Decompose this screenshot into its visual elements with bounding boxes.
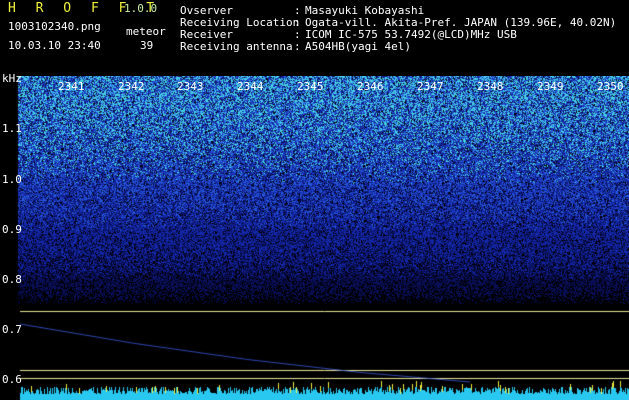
y-tick-label: 1.0 <box>2 173 22 186</box>
x-tick-label: 2350 <box>597 80 624 93</box>
date-time: 10.03.10 23:40 <box>8 39 101 52</box>
app-version: 1.0.0 <box>124 2 158 15</box>
x-tick-label: 2348 <box>477 80 504 93</box>
y-tick-label: 0.8 <box>2 273 22 286</box>
x-tick-label: 2343 <box>177 80 204 93</box>
info-value-antenna: A504HB(yagi 4el) <box>305 40 411 53</box>
info-label-antenna: Receiving antenna <box>180 40 293 53</box>
y-tick-label: 1.1 <box>2 122 22 135</box>
x-tick-label: 2344 <box>237 80 264 93</box>
x-tick-label: 2346 <box>357 80 384 93</box>
meteor-label: meteor <box>126 25 166 38</box>
y-tick-label: 0.7 <box>2 323 22 336</box>
x-tick-label: 2349 <box>537 80 564 93</box>
file-name: 1003102340.png <box>8 20 101 33</box>
x-tick-label: 2347 <box>417 80 444 93</box>
y-tick-label: 0.9 <box>2 223 22 236</box>
info-colon: : <box>294 40 301 53</box>
x-tick-label: 2341 <box>58 80 85 93</box>
spectrogram-canvas <box>0 76 629 400</box>
x-tick-label: 2345 <box>297 80 324 93</box>
x-tick-label: 2342 <box>118 80 145 93</box>
y-axis-unit: kHz <box>2 72 22 85</box>
meteor-count: 39 <box>140 39 154 52</box>
y-tick-label: 0.6 <box>2 373 22 386</box>
